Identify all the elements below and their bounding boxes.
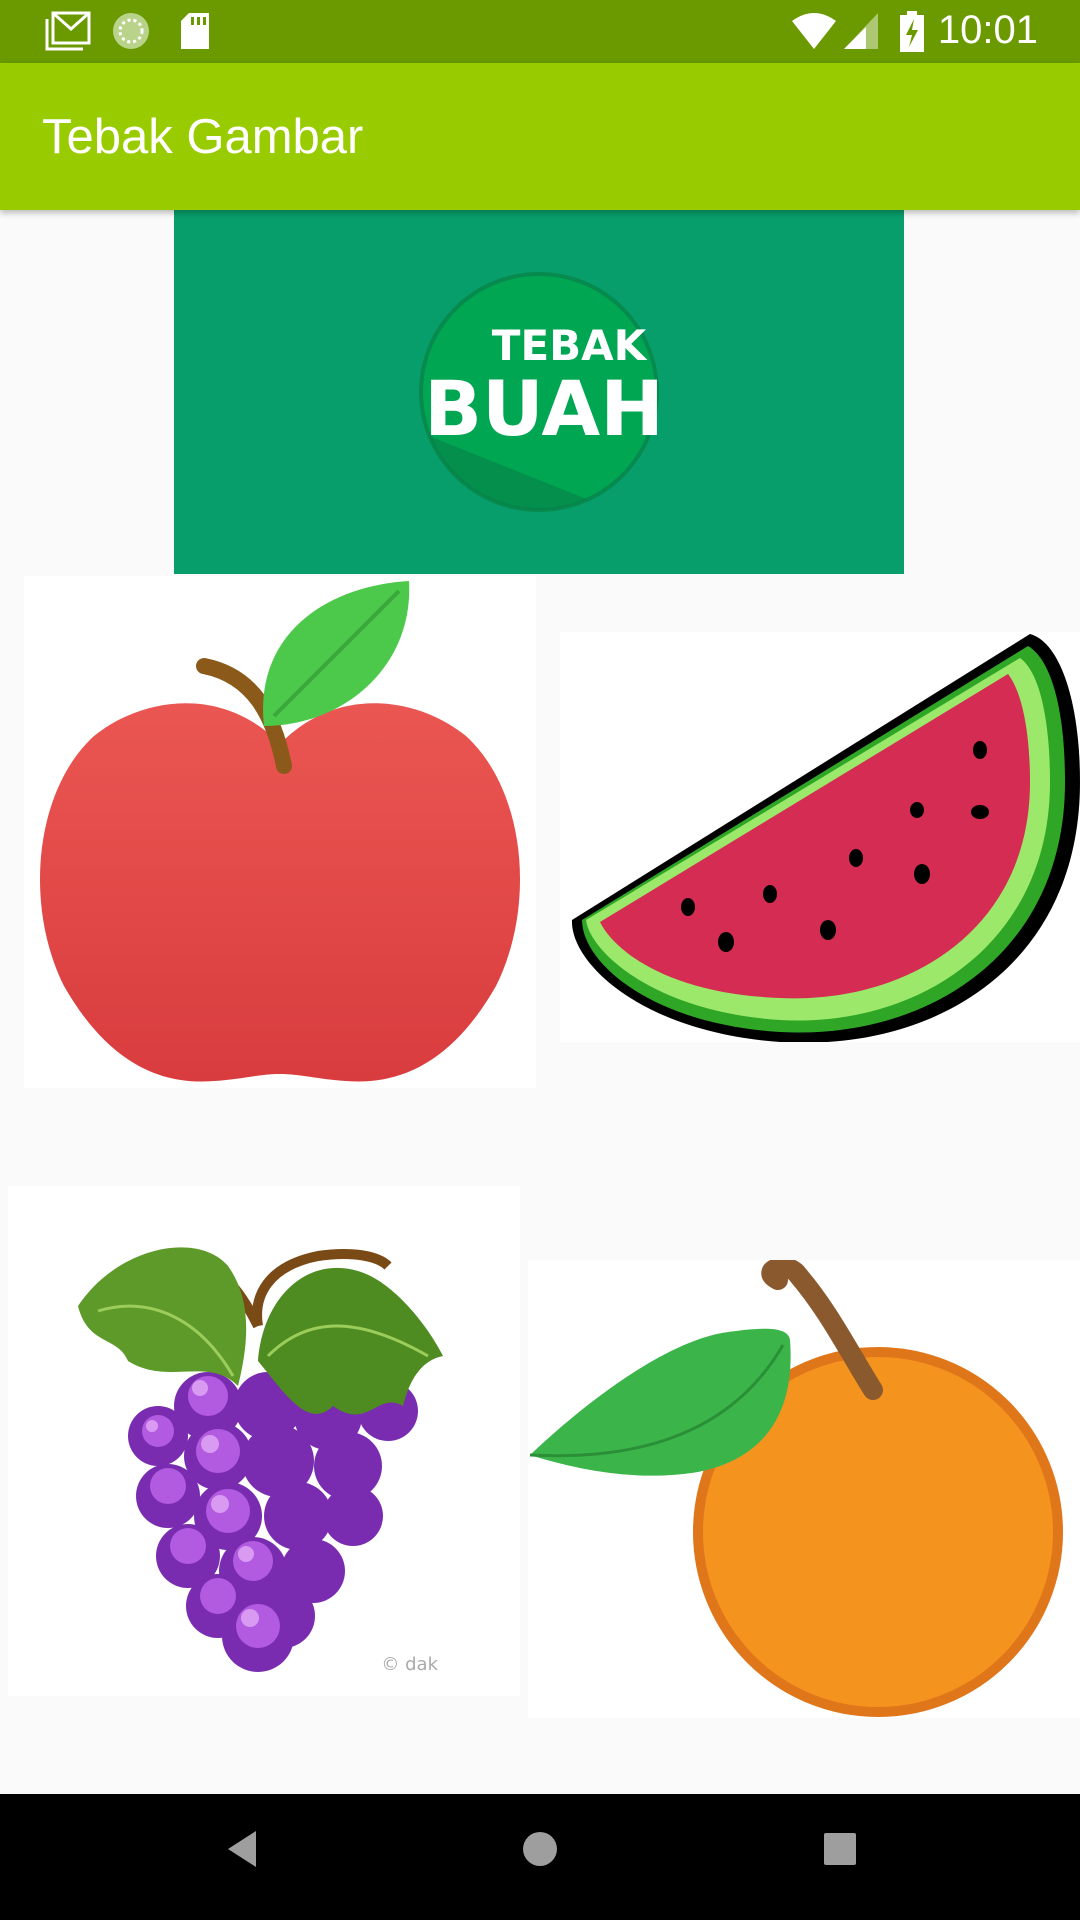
logo-text-top: TEBAK xyxy=(492,321,648,370)
orange-image[interactable] xyxy=(528,1257,1080,1718)
sync-icon xyxy=(113,13,149,49)
apple-image[interactable] xyxy=(24,576,536,1088)
signal-icon xyxy=(844,13,878,49)
grapes-watermark: © dak xyxy=(381,1654,438,1675)
logo-text-bottom: BUAH xyxy=(424,364,664,453)
sd-card-icon xyxy=(181,13,209,49)
watermelon-image[interactable] xyxy=(560,632,1080,1043)
tebak-buah-logo: TEBAK BUAH xyxy=(419,272,664,512)
wifi-icon xyxy=(792,13,836,49)
back-icon[interactable] xyxy=(222,1827,262,1871)
nav-bar xyxy=(0,1794,1080,1920)
battery-charging-icon xyxy=(900,11,924,52)
app-title: Tebak Gambar xyxy=(42,110,364,164)
banner: TEBAK BUAH xyxy=(174,210,904,574)
grapes-image[interactable]: © dak xyxy=(8,1186,520,1696)
home-icon[interactable] xyxy=(520,1827,560,1871)
app-bar: Tebak Gambar xyxy=(0,63,1080,210)
status-bar: 10:01 xyxy=(0,0,1080,63)
recents-icon[interactable] xyxy=(820,1827,860,1871)
gmail-icon xyxy=(45,11,91,51)
status-time: 10:01 xyxy=(937,8,1038,52)
